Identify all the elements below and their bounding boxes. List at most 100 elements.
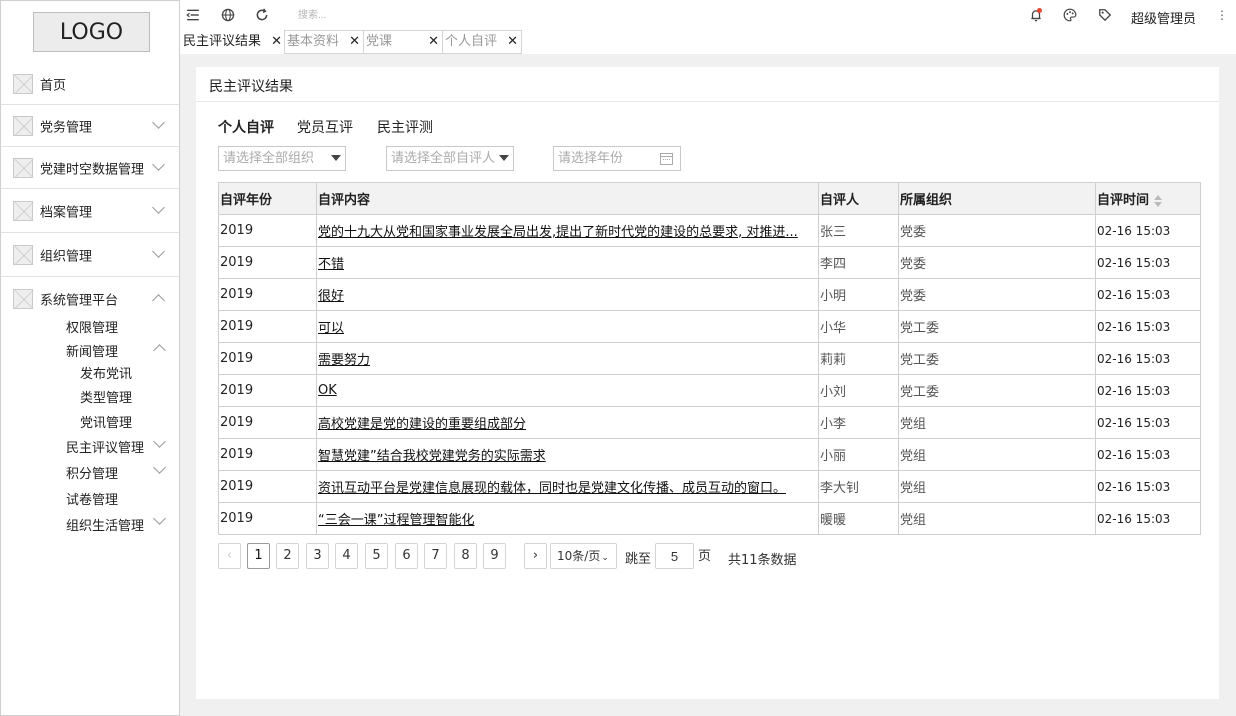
content-link[interactable]: OK — [318, 383, 337, 398]
sidebar-item-system-platform[interactable]: 系统管理平台 — [1, 277, 179, 321]
tab-party-class[interactable]: 党课 ✕ — [363, 30, 443, 54]
submenu-democratic-review[interactable]: 民主评议管理 — [66, 437, 144, 456]
page-button[interactable]: 9 — [483, 543, 506, 569]
person-select[interactable]: 请选择全部自评人 — [386, 146, 514, 171]
evaluation-table: 自评年份 自评内容 自评人 所属组织 自评时间 2019 党的十九大从党和国家事业… — [218, 182, 1201, 535]
page-button[interactable]: 5 — [365, 543, 388, 569]
content-cell[interactable]: 不错 — [316, 246, 819, 279]
content-link[interactable]: 不错 — [318, 257, 344, 272]
table-row[interactable]: 2019 资讯互动平台是党建信息展现的载体，同时也是党建文化传播、成员互动的窗口。… — [218, 470, 1201, 503]
globe-icon[interactable] — [221, 8, 235, 22]
year-cell: 2019 — [218, 438, 317, 471]
close-icon[interactable]: ✕ — [428, 31, 439, 53]
tab-basic-info[interactable]: 基本资料 ✕ — [284, 30, 364, 54]
page-size-value: 10条/页 — [557, 549, 601, 563]
org-select[interactable]: 请选择全部组织 — [218, 146, 346, 171]
submenu-permission[interactable]: 权限管理 — [66, 317, 118, 336]
close-icon[interactable]: ✕ — [271, 31, 282, 53]
content-cell[interactable]: 需要努力 — [316, 342, 819, 375]
more-options-icon[interactable]: ⋮ — [1216, 8, 1228, 22]
home-icon — [13, 73, 33, 94]
subtab-self-evaluation[interactable]: 个人自评 — [218, 117, 274, 137]
content-cell[interactable]: 很好 — [316, 278, 819, 311]
content-cell[interactable]: OK — [316, 374, 819, 407]
theme-palette-icon[interactable] — [1063, 8, 1077, 22]
refresh-icon[interactable] — [255, 8, 269, 22]
content-link[interactable]: 党的十九大从党和国家事业发展全局出发,提出了新时代党的建设的总要求, 对推进..… — [318, 225, 798, 240]
table-row[interactable]: 2019 很好 小明 党委 02-16 15:03 — [218, 278, 1201, 311]
jump-page-input[interactable] — [655, 543, 694, 569]
sidebar-item-home[interactable]: 首页 — [1, 63, 179, 105]
organization-cell: 党委 — [898, 278, 1096, 311]
search-input[interactable] — [298, 6, 598, 24]
page-title: 民主评议结果 — [209, 79, 293, 95]
tab-self-evaluation[interactable]: 个人自评 ✕ — [442, 30, 522, 54]
submenu-exam[interactable]: 试卷管理 — [66, 489, 118, 508]
content-cell[interactable]: “三会一课”过程管理智能化 — [316, 502, 819, 535]
time-cell: 02-16 15:03 — [1095, 310, 1201, 343]
page-size-select[interactable]: 10条/页⌄ — [550, 543, 617, 569]
main-panel: 民主评议结果 个人自评 党员互评 民主评测 请选择全部组织 请选择全部自评人 请… — [196, 67, 1219, 699]
year-cell: 2019 — [218, 374, 317, 407]
content-cell[interactable]: 资讯互动平台是党建信息展现的载体，同时也是党建文化传播、成员互动的窗口。 — [316, 470, 819, 503]
content-cell[interactable]: 可以 — [316, 310, 819, 343]
sidebar-item-label: 党务管理 — [40, 120, 93, 135]
page-button[interactable]: 2 — [276, 543, 299, 569]
content-link[interactable]: 可以 — [318, 321, 344, 336]
table-row[interactable]: 2019 党的十九大从党和国家事业发展全局出发,提出了新时代党的建设的总要求, 对… — [218, 214, 1201, 247]
close-icon[interactable]: ✕ — [349, 31, 360, 53]
next-page-button[interactable]: › — [524, 543, 547, 569]
sidebar-item-archives[interactable]: 档案管理 — [1, 189, 179, 233]
table-row[interactable]: 2019 OK 小刘 党工委 02-16 15:03 — [218, 374, 1201, 407]
content-cell[interactable]: 党的十九大从党和国家事业发展全局出发,提出了新时代党的建设的总要求, 对推进..… — [316, 214, 819, 247]
sidebar-item-party-affairs[interactable]: 党务管理 — [1, 105, 179, 147]
subtab-democratic-assessment[interactable]: 民主评测 — [377, 117, 433, 137]
content-cell[interactable]: 智慧党建”结合我校党建党务的实际需求 — [316, 438, 819, 471]
content-link[interactable]: 高校党建是党的建设的重要组成部分 — [318, 417, 526, 432]
tab-label: 基本资料 — [287, 34, 340, 49]
sort-icon[interactable] — [1154, 194, 1163, 207]
content-link[interactable]: 需要努力 — [318, 353, 370, 368]
column-header-sortable[interactable]: 自评时间 — [1095, 182, 1201, 215]
page-button[interactable]: 8 — [454, 543, 477, 569]
page-button[interactable]: 1 — [247, 543, 270, 569]
content-link[interactable]: 智慧党建”结合我校党建党务的实际需求 — [318, 449, 546, 464]
table-row[interactable]: 2019 高校党建是党的建设的重要组成部分 小李 党组 02-16 15:03 — [218, 406, 1201, 439]
submenu-news-management[interactable]: 党讯管理 — [80, 412, 132, 431]
tab-democratic-result[interactable]: 民主评议结果 ✕ — [180, 30, 286, 54]
page-button[interactable]: 7 — [424, 543, 447, 569]
caret-down-icon — [499, 155, 509, 161]
sidebar-item-label: 党建时空数据管理 — [40, 162, 145, 177]
submenu-publish-news[interactable]: 发布党讯 — [80, 363, 132, 382]
page-button[interactable]: 6 — [395, 543, 418, 569]
logo: LOGO — [33, 12, 150, 52]
organization-cell: 党组 — [898, 406, 1096, 439]
table-row[interactable]: 2019 “三会一课”过程管理智能化 暖暖 党组 02-16 15:03 — [218, 502, 1201, 535]
close-icon[interactable]: ✕ — [507, 31, 518, 53]
sidebar-item-spatiotemporal-data[interactable]: 党建时空数据管理 — [1, 147, 179, 189]
submenu-news[interactable]: 新闻管理 — [66, 341, 118, 360]
page-button[interactable]: 4 — [335, 543, 358, 569]
table-row[interactable]: 2019 智慧党建”结合我校党建党务的实际需求 小丽 党组 02-16 15:03 — [218, 438, 1201, 471]
submenu-org-life[interactable]: 组织生活管理 — [66, 515, 144, 534]
table-row[interactable]: 2019 不错 李四 党委 02-16 15:03 — [218, 246, 1201, 279]
subtab-peer-evaluation[interactable]: 党员互评 — [297, 117, 353, 137]
content-cell[interactable]: 高校党建是党的建设的重要组成部分 — [316, 406, 819, 439]
user-name[interactable]: 超级管理员 — [1131, 8, 1196, 27]
org-select-value: 请选择全部组织 — [223, 151, 315, 166]
content-link[interactable]: 资讯互动平台是党建信息展现的载体，同时也是党建文化传播、成员互动的窗口。 — [318, 481, 786, 496]
submenu-type-management[interactable]: 类型管理 — [80, 387, 132, 406]
prev-page-button[interactable]: ‹ — [218, 543, 241, 569]
tag-icon[interactable] — [1098, 8, 1112, 22]
sidebar-item-organization[interactable]: 组织管理 — [1, 233, 179, 277]
table-row[interactable]: 2019 需要努力 莉莉 党工委 02-16 15:03 — [218, 342, 1201, 375]
table-row[interactable]: 2019 可以 小华 党工委 02-16 15:03 — [218, 310, 1201, 343]
year-picker[interactable]: 请选择年份 — [553, 146, 681, 171]
menu-toggle-icon[interactable] — [186, 8, 200, 22]
content-link[interactable]: “三会一课”过程管理智能化 — [318, 513, 474, 528]
submenu-points[interactable]: 积分管理 — [66, 463, 118, 482]
time-cell: 02-16 15:03 — [1095, 278, 1201, 311]
chevron-down-icon — [153, 512, 166, 525]
content-link[interactable]: 很好 — [318, 289, 344, 304]
page-button[interactable]: 3 — [306, 543, 329, 569]
